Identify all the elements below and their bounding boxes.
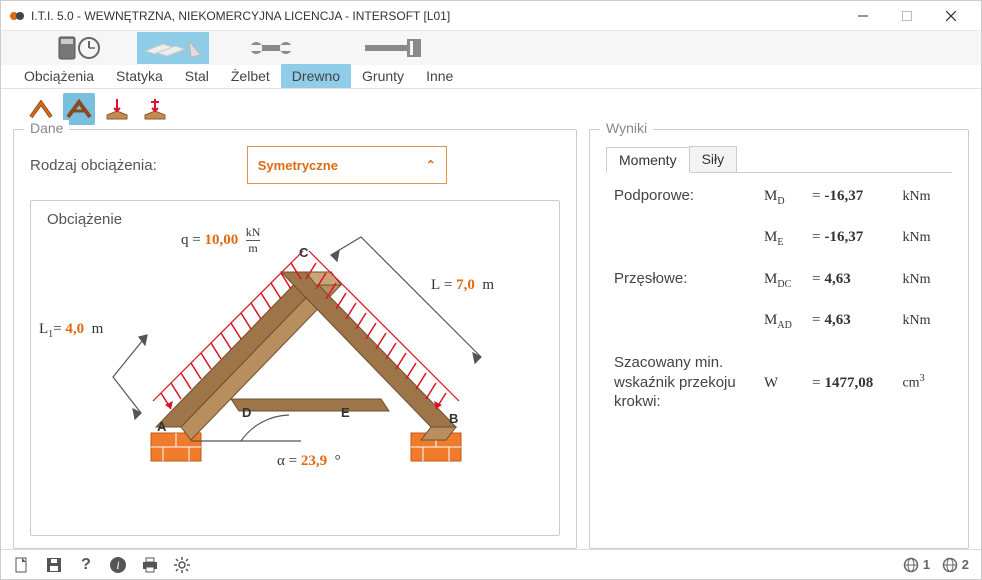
dane-panel-title: Dane (24, 120, 69, 136)
results-tab-momenty[interactable]: Momenty (606, 147, 690, 173)
tab-grunty[interactable]: Grunty (351, 64, 415, 88)
support-label: Podporowe: (614, 187, 764, 204)
load-type-label: Rodzaj obciążenia: (30, 157, 157, 174)
result-MAD: MAD= 4,63kNm (764, 312, 944, 331)
close-button[interactable] (929, 2, 973, 30)
dane-panel: Dane Rodzaj obciążenia: Symetryczne ⌃ Ob… (13, 129, 577, 549)
node-B: B (449, 411, 458, 426)
app-icon (9, 8, 25, 24)
info-icon[interactable]: i (109, 556, 127, 574)
statusbar: ? i 1 2 (1, 549, 981, 579)
wyniki-panel-title: Wyniki (600, 120, 653, 136)
node-E: E (341, 405, 350, 420)
toolgroup-wrench[interactable] (239, 32, 321, 64)
results-tabs: Momenty Siły (606, 146, 952, 173)
result-ME: ME= -16,37kNm (764, 229, 944, 248)
category-tabs: Obciążenia Statyka Stal Żelbet Drewno Gr… (1, 65, 981, 89)
settings-icon[interactable] (173, 556, 191, 574)
structure-type-icons (1, 89, 981, 129)
toolgroup-adjwrench[interactable] (351, 32, 433, 64)
app-window: I.T.I. 5.0 - WEWNĘTRZNA, NIEKOMERCYJNA L… (0, 0, 982, 580)
diagram-box: Obciążenie (30, 200, 560, 536)
load-type-dropdown[interactable]: Symetryczne ⌃ (247, 146, 447, 184)
save-icon[interactable] (45, 556, 63, 574)
new-file-icon[interactable] (13, 556, 31, 574)
results-body: Podporowe: MD= -16,37kNm ME= -16,37kNm P… (606, 173, 952, 442)
svg-text:i: i (116, 558, 119, 572)
result-MDC: MDC= 4,63kNm (764, 271, 944, 290)
result-W: W= 1477,08cm3 (764, 373, 944, 392)
tab-drewno[interactable]: Drewno (281, 64, 351, 88)
node-A: A (157, 419, 166, 434)
tab-zelbet[interactable]: Żelbet (220, 64, 281, 88)
restore-button[interactable] (885, 2, 929, 30)
help-icon[interactable]: ? (77, 556, 95, 574)
struct-icon-3[interactable] (101, 93, 133, 125)
field-label: Przęsłowe: (614, 270, 764, 287)
struct-icon-4[interactable] (139, 93, 171, 125)
section-label: Szacowany min. wskaźnik przekoju krokwi: (614, 353, 764, 412)
globe-icon (903, 557, 919, 573)
status-right: 1 2 (903, 557, 969, 573)
titlebar: I.T.I. 5.0 - WEWNĘTRZNA, NIEKOMERCYJNA L… (1, 1, 981, 31)
alpha-formula: α = 23,9 ° (277, 453, 341, 470)
tab-obciazenia[interactable]: Obciążenia (13, 64, 105, 88)
content-area: Dane Rodzaj obciążenia: Symetryczne ⌃ Ob… (1, 129, 981, 549)
main-toolbar (1, 31, 981, 65)
window-controls (841, 2, 973, 30)
window-title: I.T.I. 5.0 - WEWNĘTRZNA, NIEKOMERCYJNA L… (31, 9, 841, 23)
globe-icon (942, 557, 958, 573)
load-type-value: Symetryczne (258, 158, 338, 173)
L-formula: L = 7,0 m (431, 277, 494, 294)
tab-statyka[interactable]: Statyka (105, 64, 174, 88)
wyniki-panel: Wyniki Momenty Siły Podporowe: MD= -16,3… (589, 129, 969, 549)
q-formula: q = 10,00 kN m (181, 225, 260, 256)
minimize-button[interactable] (841, 2, 885, 30)
results-tab-sily[interactable]: Siły (689, 146, 738, 172)
node-C: C (299, 245, 308, 260)
toolgroup-wood[interactable] (137, 32, 209, 64)
tab-inne[interactable]: Inne (415, 64, 464, 88)
toolgroup-calc[interactable] (51, 32, 107, 64)
tab-stal[interactable]: Stal (174, 64, 220, 88)
node-D: D (242, 405, 251, 420)
result-MD: MD= -16,37kNm (764, 188, 944, 207)
print-icon[interactable] (141, 556, 159, 574)
L1-formula: L1= 4,0 m (39, 321, 103, 340)
chevron-up-icon: ⌃ (426, 158, 436, 172)
